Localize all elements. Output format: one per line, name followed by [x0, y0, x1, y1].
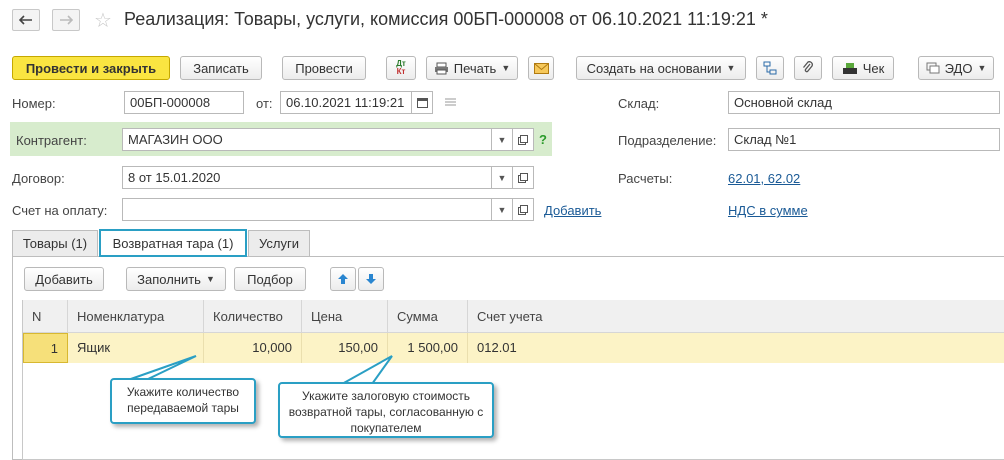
chevron-down-icon: ▼ — [205, 274, 215, 284]
contract-dropdown-button[interactable]: ▼ — [491, 166, 513, 189]
date-label: от: — [256, 96, 273, 111]
settlements-label: Расчеты: — [618, 171, 673, 186]
envelope-icon — [533, 62, 549, 74]
edo-label: ЭДО — [944, 60, 973, 76]
cell-item[interactable]: Ящик — [68, 333, 204, 363]
number-field[interactable]: 00БП-000008 — [124, 91, 244, 114]
column-header-price[interactable]: Цена — [302, 300, 388, 333]
move-down-button[interactable] — [358, 267, 384, 291]
paperclip-icon — [802, 61, 813, 73]
create-based-on-button[interactable]: Создать на основании ▼ — [576, 56, 746, 80]
price-callout: Укажите залоговую стоимость возвратной т… — [278, 382, 494, 438]
open-window-icon — [518, 134, 528, 145]
open-window-icon — [518, 204, 528, 215]
chevron-down-icon: ▼ — [497, 204, 507, 215]
tab-services[interactable]: Услуги — [248, 230, 310, 256]
forward-button[interactable] — [52, 9, 80, 31]
add-row-button[interactable]: Добавить — [24, 267, 104, 291]
number-label: Номер: — [12, 96, 56, 111]
quantity-callout: Укажите количество передаваемой тары — [110, 378, 256, 424]
tab-returnable-packaging[interactable]: Возвратная тара (1) — [99, 229, 247, 257]
print-button[interactable]: Печать ▼ — [426, 56, 518, 80]
cash-register-icon — [842, 62, 857, 74]
help-icon[interactable]: ? — [539, 132, 547, 147]
counterparty-dropdown-button[interactable]: ▼ — [491, 128, 513, 151]
cell-quantity[interactable]: 10,000 — [204, 333, 302, 363]
column-header-n[interactable]: N — [23, 300, 68, 333]
move-up-button[interactable] — [330, 267, 356, 291]
add-invoice-link[interactable]: Добавить — [544, 203, 601, 218]
email-button[interactable] — [528, 56, 554, 80]
cell-sum[interactable]: 1 500,00 — [388, 333, 468, 363]
invoice-field[interactable] — [122, 198, 492, 221]
calendar-icon — [416, 98, 428, 108]
check-button[interactable]: Чек — [832, 56, 894, 80]
cell-account[interactable]: 012.01 — [468, 333, 1004, 363]
column-header-sum[interactable]: Сумма — [388, 300, 468, 333]
contract-label: Договор: — [12, 171, 65, 186]
printer-icon — [434, 62, 448, 74]
settlements-link[interactable]: 62.01, 62.02 — [728, 171, 800, 186]
save-button[interactable]: Записать — [180, 56, 262, 80]
chevron-down-icon: ▼ — [501, 63, 511, 73]
counterparty-open-button[interactable] — [512, 128, 534, 151]
print-label: Печать — [453, 60, 497, 76]
arrow-up-icon — [338, 274, 348, 284]
chevron-down-icon: ▼ — [497, 134, 507, 145]
attach-button[interactable] — [794, 56, 822, 80]
edo-icon — [926, 62, 940, 74]
comment-icon[interactable] — [444, 96, 457, 111]
contract-open-button[interactable] — [512, 166, 534, 189]
tab-goods[interactable]: Товары (1) — [12, 230, 98, 256]
invoice-open-button[interactable] — [512, 198, 534, 221]
warehouse-label: Склад: — [618, 96, 660, 111]
dtkt-button[interactable]: Дт Кт — [386, 56, 416, 80]
chevron-down-icon: ▼ — [977, 63, 987, 73]
division-field[interactable]: Склад №1 — [728, 128, 1000, 151]
post-and-close-button[interactable]: Провести и закрыть — [12, 56, 170, 80]
arrow-right-icon — [60, 15, 73, 25]
open-window-icon — [518, 172, 528, 183]
date-field[interactable]: 06.10.2021 11:19:21 — [280, 91, 412, 114]
structure-button[interactable] — [756, 56, 784, 80]
cell-n[interactable]: 1 — [23, 333, 68, 363]
invoice-dropdown-button[interactable]: ▼ — [491, 198, 513, 221]
arrow-down-icon — [366, 274, 376, 284]
arrow-left-icon — [19, 15, 32, 25]
invoice-label: Счет на оплату: — [12, 203, 108, 218]
dtkt-bottom-label: Кт — [396, 67, 406, 76]
select-button[interactable]: Подбор — [234, 267, 306, 291]
division-label: Подразделение: — [618, 133, 717, 148]
vat-link[interactable]: НДС в сумме — [728, 203, 808, 218]
fill-label: Заполнить — [137, 271, 201, 287]
create-based-on-label: Создать на основании — [586, 60, 722, 76]
counterparty-label: Контрагент: — [16, 133, 87, 148]
cell-price[interactable]: 150,00 — [302, 333, 388, 363]
favorite-star-icon[interactable]: ☆ — [94, 8, 112, 33]
window-title: Реализация: Товары, услуги, комиссия 00Б… — [124, 9, 768, 29]
back-button[interactable] — [12, 9, 40, 31]
edo-button[interactable]: ЭДО ▼ — [918, 56, 994, 80]
warehouse-field[interactable]: Основной склад — [728, 91, 1000, 114]
chevron-down-icon: ▼ — [497, 172, 507, 183]
column-header-account[interactable]: Счет учета — [468, 300, 1004, 333]
contract-field[interactable]: 8 от 15.01.2020 — [122, 166, 492, 189]
column-header-quantity[interactable]: Количество — [204, 300, 302, 333]
post-button[interactable]: Провести — [282, 56, 366, 80]
fill-button[interactable]: Заполнить ▼ — [126, 267, 226, 291]
calendar-button[interactable] — [411, 91, 433, 114]
hierarchy-icon — [763, 61, 777, 75]
chevron-down-icon: ▼ — [726, 63, 736, 73]
column-header-item[interactable]: Номенклатура — [68, 300, 204, 333]
counterparty-field[interactable]: МАГАЗИН ООО — [122, 128, 492, 151]
check-label: Чек — [862, 60, 885, 76]
